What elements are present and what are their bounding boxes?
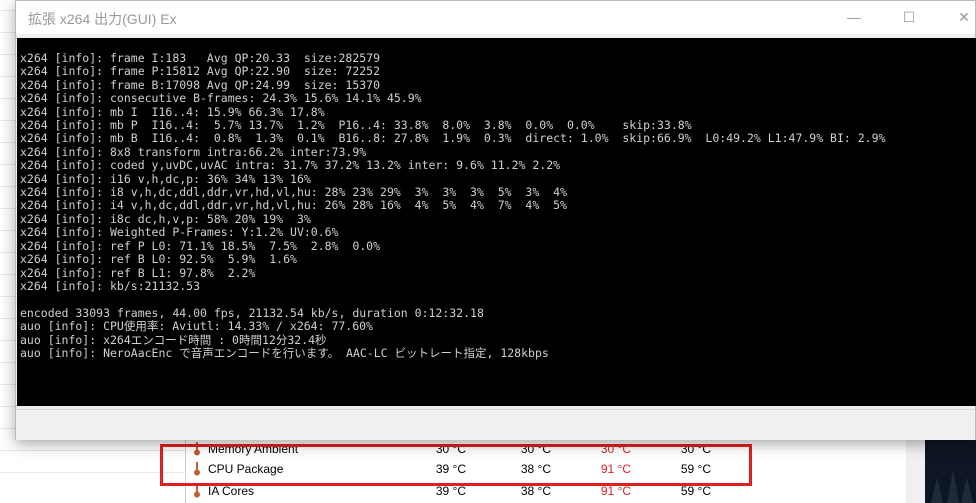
console-line: x264 [info]: ref B L0: 92.5% 5.9% 1.6% bbox=[20, 252, 297, 267]
console-line: x264 [info]: mb I I16..4: 15.9% 66.3% 17… bbox=[20, 104, 325, 119]
console-line: auo [info]: CPU使用率: Aviutl: 14.33% / x26… bbox=[20, 319, 373, 334]
console-line: x264 [info]: frame B:17098 Avg QP:24.99 … bbox=[20, 77, 381, 92]
console-line: x264 [info]: kb/s:21132.53 bbox=[20, 278, 201, 293]
status-area bbox=[16, 409, 975, 440]
close-button[interactable]: ✕ bbox=[941, 1, 976, 34]
console-line: auo [info]: NeroAacEnc で音声エンコードを行います。 AA… bbox=[20, 345, 549, 360]
console-line: x264 [info]: ref P L0: 71.1% 18.5% 7.5% … bbox=[20, 238, 381, 253]
x264-output-window[interactable]: 拡張 x264 出力(GUI) Ex — ☐ ✕ x264 [info]: fr… bbox=[15, 0, 976, 440]
console-line: x264 [info]: frame I:183 Avg QP:20.33 si… bbox=[20, 51, 381, 65]
console-line: x264 [info]: i8c dc,h,v,p: 58% 20% 19% 3… bbox=[20, 211, 311, 226]
sensor-label: IA Cores bbox=[208, 484, 255, 498]
console-line: auo [info]: x264エンコード時間 : 0時間12分32.4秒 bbox=[20, 332, 327, 347]
maximize-button[interactable]: ☐ bbox=[886, 1, 932, 34]
window-title: 拡張 x264 出力(GUI) Ex bbox=[28, 11, 177, 27]
console-line: encoded 33093 frames, 44.00 fps, 21132.5… bbox=[20, 305, 484, 320]
sensor-current: 39 °C bbox=[435, 484, 466, 498]
console-line: x264 [info]: consecutive B-frames: 24.3%… bbox=[20, 91, 422, 106]
console-line: x264 [info]: i8 v,h,dc,ddl,ddr,vr,hd,vl,… bbox=[20, 185, 567, 200]
sensor-min: 38 °C bbox=[520, 484, 551, 498]
console-line: x264 [info]: mb P I16..4: 5.7% 13.7% 1.2… bbox=[20, 118, 692, 133]
red-highlight-box bbox=[160, 444, 752, 486]
title-bar[interactable]: 拡張 x264 出力(GUI) Ex — ☐ ✕ bbox=[16, 1, 975, 34]
console-text: x264 [info]: frame I:183 Avg QP:20.33 si… bbox=[17, 38, 976, 360]
sensor-max: 91 °C bbox=[600, 484, 631, 498]
console-line: x264 [info]: Weighted P-Frames: Y:1.2% U… bbox=[20, 225, 339, 240]
console-line: x264 [info]: frame P:15812 Avg QP:22.90 … bbox=[20, 64, 381, 79]
console-line: x264 [info]: mb B I16..4: 0.8% 1.3% 0.1%… bbox=[20, 131, 886, 146]
wallpaper-thumbnail bbox=[925, 438, 976, 503]
console-line: x264 [info]: i4 v,h,dc,ddl,ddr,vr,hd,vl,… bbox=[20, 198, 567, 213]
console-line: x264 [info]: i16 v,h,dc,p: 36% 34% 13% 1… bbox=[20, 171, 311, 186]
sensor-avg: 59 °C bbox=[680, 484, 711, 498]
minimize-button[interactable]: — bbox=[831, 1, 877, 34]
console-line: x264 [info]: 8x8 transform intra:66.2% i… bbox=[20, 144, 367, 159]
console-line: x264 [info]: ref B L1: 97.8% 2.2% bbox=[20, 265, 256, 280]
console-output[interactable]: x264 [info]: frame I:183 Avg QP:20.33 si… bbox=[17, 38, 976, 406]
console-line: x264 [info]: coded y,uvDC,uvAC intra: 31… bbox=[20, 158, 561, 173]
